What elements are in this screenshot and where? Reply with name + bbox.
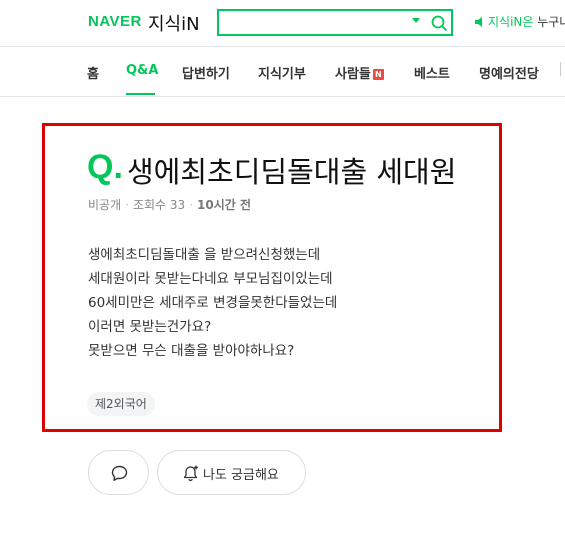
nav-item-answer[interactable]: 답변하기 <box>182 63 230 82</box>
views-count: 33 <box>169 198 186 212</box>
question-meta: 비공개 · 조회수 33 · 10시간 전 <box>88 198 252 212</box>
nav-separator <box>560 62 561 76</box>
nav-item-best[interactable]: 베스트 <box>414 63 450 82</box>
search-icon[interactable] <box>430 14 448 32</box>
notice-text[interactable]: 지식iN은 누구나 <box>488 13 565 30</box>
question-body: 생에최초디딤돌대출 을 받으려신청했는데 세대원이라 못받는다네요 부모님집이있… <box>88 243 337 363</box>
bell-plus-icon <box>183 465 198 482</box>
nav-item-donate[interactable]: 지식기부 <box>258 63 306 82</box>
nav-item-qna[interactable]: Q&A <box>126 63 158 78</box>
nav-item-hall-of-fame[interactable]: 명예의전당 <box>479 63 539 82</box>
body-line: 이러면 못받는건가요? <box>88 319 212 335</box>
kin-logo[interactable]: 지식iN <box>148 10 200 36</box>
body-line: 60세미만은 세대주로 변경을못한다들었는데 <box>88 295 338 311</box>
curious-label: 나도 궁금해요 <box>203 468 279 483</box>
comment-button[interactable] <box>88 450 149 495</box>
naver-logo[interactable]: NAVER <box>88 13 142 30</box>
topic-tag[interactable]: 제2외국어 <box>87 392 155 416</box>
views-label: 조회수 <box>132 198 167 212</box>
new-badge: N <box>372 69 384 80</box>
search-input[interactable] <box>223 13 403 32</box>
body-line: 세대원이라 못받는다네요 부모님집이있는데 <box>88 271 333 287</box>
active-tab-indicator <box>126 93 155 95</box>
comment-icon <box>111 465 128 481</box>
body-line: 못받으면 무슨 대출을 받아야하나요? <box>88 343 295 359</box>
author: 비공개 <box>88 198 122 212</box>
chevron-down-icon[interactable] <box>412 18 420 23</box>
question-mark: Q. <box>87 148 123 186</box>
post-time: 10시간 전 <box>197 198 252 212</box>
main-nav: 홈 Q&A 답변하기 지식기부 사람들 N 베스트 명예의전당 <box>0 47 565 96</box>
search-box[interactable] <box>217 9 453 36</box>
nav-item-home[interactable]: 홈 <box>87 63 99 82</box>
speaker-icon <box>475 17 482 27</box>
question-title: 생에최초디딤돌대출 세대원 <box>127 155 457 189</box>
body-line: 생에최초디딤돌대출 을 받으려신청했는데 <box>88 247 321 263</box>
curious-button[interactable]: 나도 궁금해요 <box>157 450 306 495</box>
nav-divider <box>0 96 565 97</box>
nav-item-people[interactable]: 사람들 N <box>335 63 384 82</box>
top-bar: NAVER 지식iN 지식iN은 누구나 <box>0 0 565 46</box>
